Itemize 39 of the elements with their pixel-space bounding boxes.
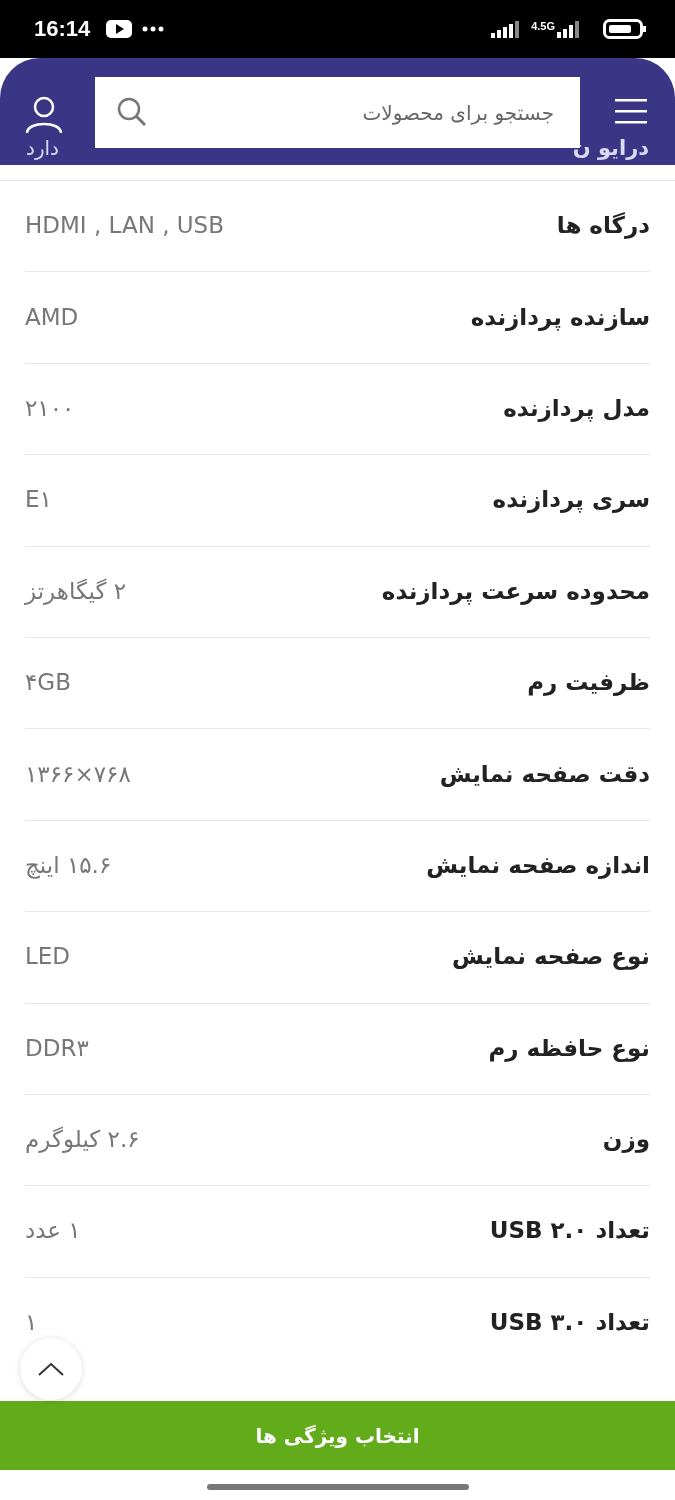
- spec-value: دارد: [26, 136, 60, 160]
- spec-label: اندازه صفحه نمایش: [426, 851, 650, 878]
- spec-label: تعداد USB ۳.۰: [489, 1309, 650, 1336]
- more-icon: [142, 26, 165, 32]
- spec-value: ۲.۶ کیلوگرم: [25, 1126, 140, 1153]
- spec-label: ظرفیت رم: [527, 669, 650, 696]
- search-icon[interactable]: [116, 96, 148, 128]
- menu-icon[interactable]: [615, 98, 647, 124]
- spec-value: LED: [25, 943, 71, 970]
- spec-label: نوع صفحه نمایش: [452, 943, 650, 970]
- spec-label: مدل پردازنده: [503, 394, 650, 421]
- select-features-button[interactable]: انتخاب ویژگی ها: [0, 1401, 675, 1470]
- spec-label: سازنده پردازنده: [470, 303, 650, 330]
- spec-label: تعداد USB ۲.۰: [489, 1217, 650, 1244]
- spec-value: ۷۶۸×۱۳۶۶: [25, 760, 131, 787]
- user-icon[interactable]: [24, 95, 64, 135]
- spec-value: ۲ گیگاهرتز: [25, 577, 127, 604]
- spec-label: نوع حافظه رم: [488, 1034, 650, 1061]
- spec-label: وزن: [602, 1126, 650, 1153]
- spec-label: سری پردازنده: [492, 486, 650, 513]
- spec-label: محدوده سرعت پردازنده: [381, 577, 650, 604]
- network-label: 4.5G: [531, 20, 555, 32]
- video-app-icon: [106, 20, 133, 38]
- search-field[interactable]: جستجو برای محصولات: [95, 77, 580, 148]
- spec-value: ۱۵.۶ اینچ: [25, 851, 112, 878]
- spec-label: دقت صفحه نمایش: [439, 760, 650, 787]
- clock: 16:14: [34, 16, 91, 42]
- spec-value: ۱ عدد: [25, 1217, 81, 1244]
- battery-icon: [603, 19, 647, 39]
- signal-icon: [491, 20, 522, 38]
- spec-value: ۴GB: [25, 669, 71, 696]
- spec-value: HDMI , LAN , USB: [25, 212, 224, 239]
- spec-value: ۱: [25, 1309, 38, 1336]
- spec-value: AMD: [25, 303, 79, 330]
- chevron-up-icon: [38, 1362, 64, 1376]
- spec-label: درگاه ها: [556, 212, 650, 239]
- spec-value: E۱: [25, 486, 52, 513]
- spec-value: DDR۳: [25, 1034, 89, 1061]
- spec-value: ۲۱۰۰: [25, 394, 75, 421]
